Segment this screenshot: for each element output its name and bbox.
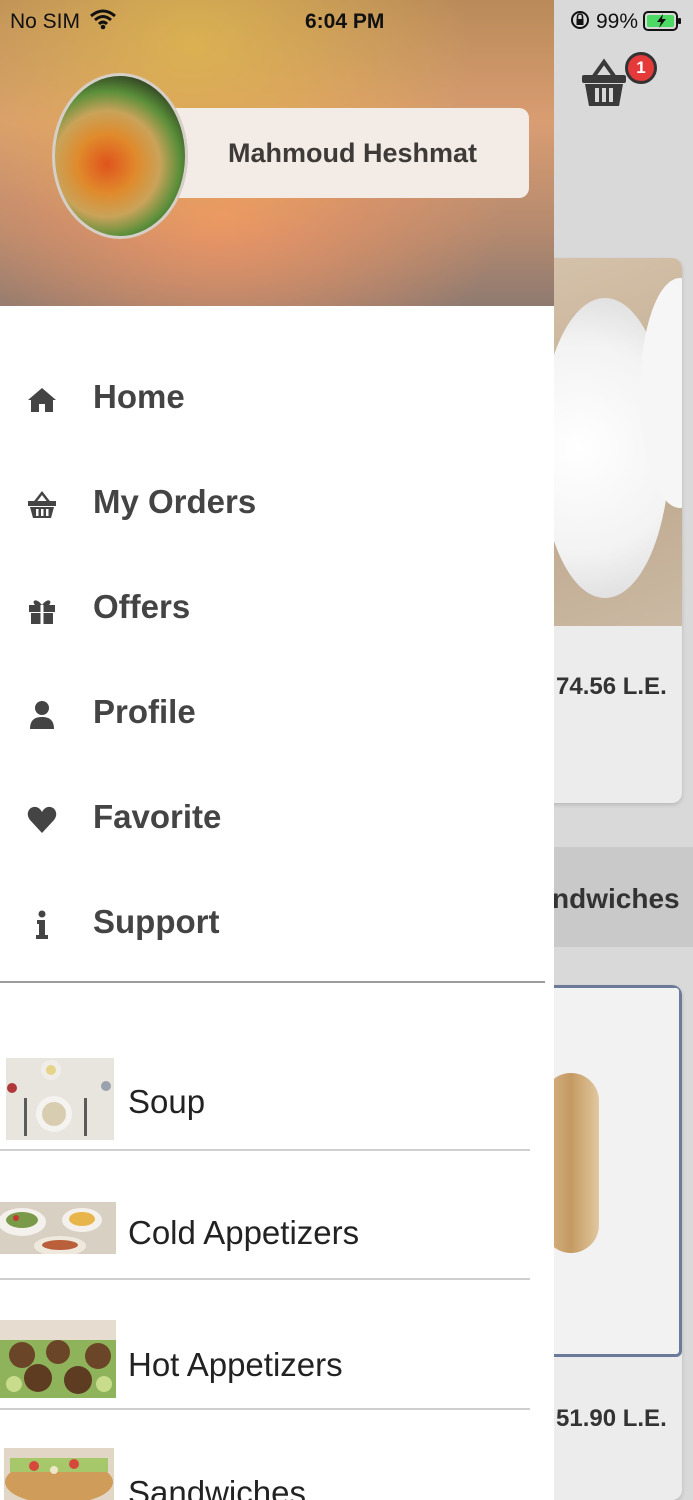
- section-title: ndwiches: [552, 883, 680, 914]
- product-price: 74.56 L.E.: [556, 673, 667, 700]
- menu-item-label: Offers: [93, 588, 191, 625]
- basket-icon: [28, 490, 56, 518]
- category-label: Soup: [128, 1083, 206, 1120]
- category-item-cold-appetizers[interactable]: Cold Appetizers: [0, 1150, 530, 1280]
- menu-item-my-orders[interactable]: My Orders: [0, 467, 554, 547]
- menu-item-support[interactable]: Support: [0, 887, 554, 967]
- category-item-sandwiches[interactable]: Sandwiches: [0, 1410, 530, 1500]
- category-item-soup[interactable]: Soup: [0, 1021, 530, 1151]
- menu-item-favorite[interactable]: Favorite: [0, 782, 554, 862]
- product-card[interactable]: 74.56 L.E.: [540, 258, 682, 803]
- category-thumbnail: [6, 1058, 114, 1140]
- menu-item-label: Support: [93, 903, 220, 940]
- orientation-lock-icon: [571, 11, 589, 29]
- product-image: [540, 258, 682, 626]
- user-name-pill: Mahmoud Heshmat: [150, 108, 529, 198]
- menu-item-label: Favorite: [93, 798, 222, 835]
- category-thumbnail: [0, 1320, 116, 1398]
- menu-item-label: Home: [93, 378, 185, 415]
- avatar[interactable]: [52, 73, 188, 239]
- heart-icon: [27, 806, 57, 833]
- user-name: Mahmoud Heshmat: [228, 138, 478, 168]
- info-icon: [36, 910, 48, 939]
- menu-item-home[interactable]: Home: [0, 362, 554, 442]
- side-drawer: Mahmoud Heshmat Home My Orders Offers Pr…: [0, 0, 554, 1500]
- person-icon: [30, 701, 54, 729]
- status-bar: No SIM 6:04 PM 99%: [0, 0, 693, 44]
- menu-item-label: Profile: [93, 693, 196, 730]
- divider: [0, 981, 545, 983]
- gift-icon: [29, 600, 55, 624]
- battery-percent: 99%: [596, 10, 639, 33]
- home-icon: [28, 388, 56, 412]
- product-image: [540, 985, 682, 1357]
- menu-item-label: My Orders: [93, 483, 257, 520]
- wifi-icon: [90, 9, 116, 30]
- menu-item-profile[interactable]: Profile: [0, 677, 554, 757]
- category-item-hot-appetizers[interactable]: Hot Appetizers: [0, 1280, 530, 1410]
- product-price: 51.90 L.E.: [556, 1405, 667, 1432]
- category-thumbnail: [0, 1202, 116, 1254]
- battery-icon: [643, 11, 681, 31]
- category-label: Cold Appetizers: [128, 1214, 360, 1251]
- category-label: Sandwiches: [128, 1474, 306, 1500]
- category-thumbnail: [4, 1448, 114, 1500]
- drawer-header: Mahmoud Heshmat: [0, 0, 554, 306]
- clock: 6:04 PM: [305, 10, 385, 33]
- cart-badge: 1: [625, 52, 657, 84]
- carrier-label: No SIM: [10, 10, 81, 33]
- cart-icon[interactable]: [580, 58, 628, 108]
- category-label: Hot Appetizers: [128, 1346, 343, 1383]
- menu-item-offers[interactable]: Offers: [0, 572, 554, 652]
- section-header: ndwiches: [540, 847, 693, 947]
- product-card[interactable]: 51.90 L.E.: [540, 985, 682, 1500]
